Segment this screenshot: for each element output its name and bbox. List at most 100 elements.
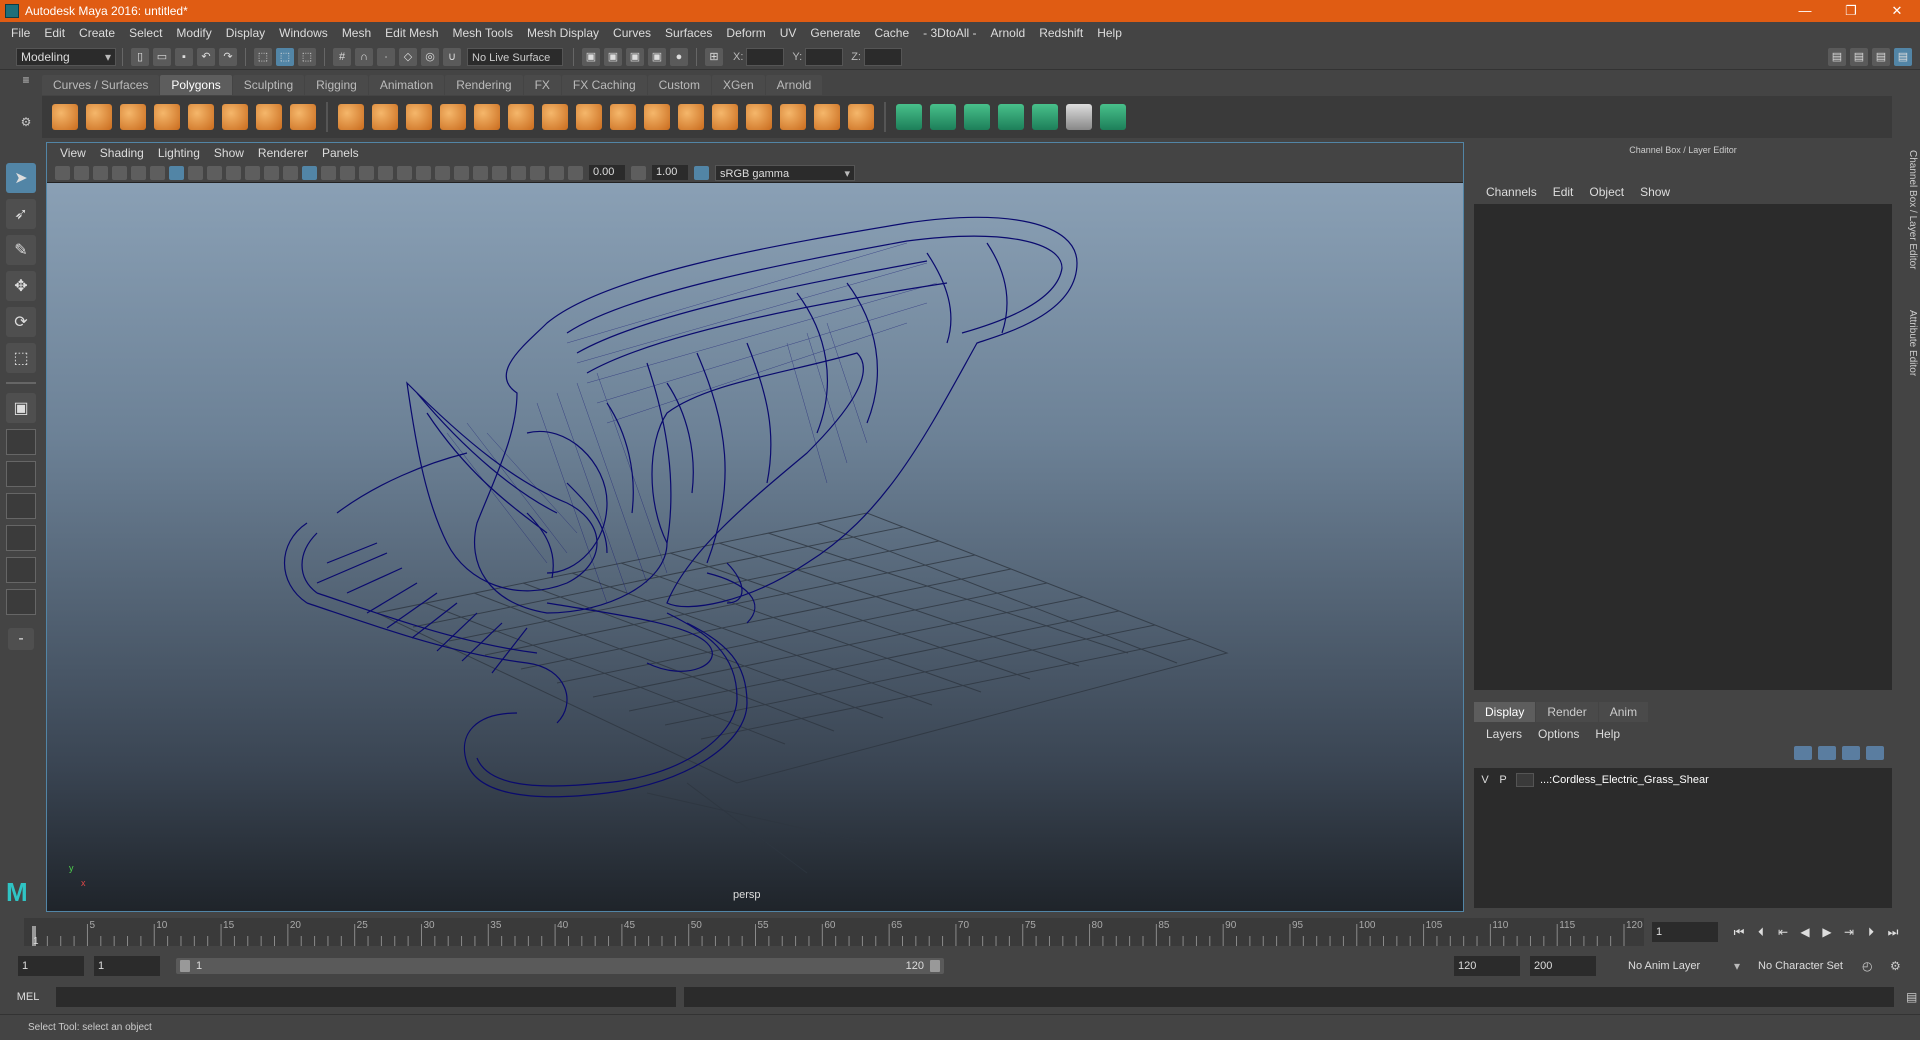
hypershade-layout-icon[interactable] [6, 557, 36, 583]
go-to-start-icon[interactable]: ⏮ [1728, 922, 1750, 942]
auto-key-icon[interactable]: ◴ [1862, 956, 1872, 976]
animation-end-field[interactable]: 200 [1530, 956, 1596, 976]
command-language-label[interactable]: MEL [0, 991, 56, 1003]
menu-modify[interactable]: Modify [169, 22, 218, 44]
menu-file[interactable]: File [4, 22, 37, 44]
le-menu-options[interactable]: Options [1530, 727, 1587, 741]
append-icon[interactable] [678, 104, 704, 130]
go-to-end-icon[interactable]: ⏭ [1882, 922, 1904, 942]
multi-cut-icon[interactable] [576, 104, 602, 130]
z-field[interactable] [863, 47, 902, 66]
cb-menu-edit[interactable]: Edit [1545, 185, 1582, 199]
camera-icon[interactable] [55, 165, 70, 180]
merge-icon[interactable] [780, 104, 806, 130]
shelf-tab-custom[interactable]: Custom [647, 75, 711, 95]
shelf-tab-polygons[interactable]: Polygons [160, 75, 232, 95]
menu-set-dropdown[interactable]: Modeling [16, 47, 116, 66]
shelf-menu-icon[interactable]: ≡ [16, 73, 36, 87]
step-forward-icon[interactable]: ⏵ [1860, 922, 1882, 942]
film-gate-icon[interactable] [188, 165, 203, 180]
shelf-settings-icon[interactable]: ⚙ [16, 115, 36, 129]
image-plane-icon[interactable] [112, 165, 127, 180]
xray-joints-icon[interactable] [530, 165, 545, 180]
animation-start-field[interactable]: 1 [18, 956, 84, 976]
poly-sphere-icon[interactable] [52, 104, 78, 130]
ipr-render-icon[interactable]: ▣ [626, 47, 644, 66]
motion-blur-icon[interactable] [435, 165, 450, 180]
extract-icon[interactable] [406, 104, 432, 130]
vp-menu-renderer[interactable]: Renderer [251, 146, 315, 160]
use-lights-icon[interactable] [378, 165, 393, 180]
poly-torus-icon[interactable] [222, 104, 248, 130]
render-view-icon[interactable]: ▣ [582, 47, 600, 66]
new-empty-layer-icon[interactable] [1842, 746, 1860, 760]
select-object-icon[interactable]: ⬚ [276, 47, 294, 66]
layer-visibility-toggle[interactable]: V [1476, 774, 1494, 786]
vp-menu-lighting[interactable]: Lighting [151, 146, 207, 160]
menu-surfaces[interactable]: Surfaces [658, 22, 719, 44]
paint-select-icon[interactable]: ✎ [6, 235, 36, 265]
collapse-toolbox-icon[interactable]: - [8, 628, 34, 650]
anti-aliasing-icon[interactable] [454, 165, 469, 180]
safe-title-icon[interactable] [283, 165, 298, 180]
time-slider[interactable]: 5 10 15 20 25 30 35 40 45 50 55 60 65 70 75 80 85 90 95 100… [24, 918, 1644, 946]
shelf-tab-xgen[interactable]: XGen [711, 75, 765, 95]
redo-icon[interactable]: ↷ [219, 47, 237, 66]
extrude-icon[interactable] [610, 104, 636, 130]
layer-tab-display[interactable]: Display [1474, 702, 1536, 722]
shelf-tab-animation[interactable]: Animation [368, 75, 445, 95]
menu-curves[interactable]: Curves [606, 22, 658, 44]
graph-layout-icon[interactable] [6, 525, 36, 551]
playback-end-field[interactable]: 120 [1454, 956, 1520, 976]
spherical-map-icon[interactable] [964, 104, 990, 130]
boolean-icon[interactable] [474, 104, 500, 130]
view-transform-dropdown[interactable]: sRGB gamma [715, 164, 855, 182]
menu-display[interactable]: Display [219, 22, 272, 44]
two-pane-layout-icon[interactable] [6, 461, 36, 487]
menu-select[interactable]: Select [122, 22, 169, 44]
new-layer-selected-icon[interactable] [1866, 746, 1884, 760]
select-component-icon[interactable]: ⬚ [298, 47, 316, 66]
wireframe-on-shaded-icon[interactable] [340, 165, 355, 180]
select-hierarchy-icon[interactable]: ⬚ [254, 47, 272, 66]
move-layer-down-icon[interactable] [1818, 746, 1836, 760]
menu-windows[interactable]: Windows [272, 22, 335, 44]
shelf-tab-arnold[interactable]: Arnold [765, 75, 823, 95]
separate-icon[interactable] [372, 104, 398, 130]
undo-icon[interactable]: ↶ [197, 47, 215, 66]
gamma-icon[interactable] [631, 165, 646, 180]
target-weld-icon[interactable] [746, 104, 772, 130]
menu-uv[interactable]: UV [773, 22, 804, 44]
layer-name[interactable]: ...:Cordless_Electric_Grass_Shear [1540, 774, 1709, 786]
shelf-tab-rendering[interactable]: Rendering [445, 75, 523, 95]
le-menu-help[interactable]: Help [1587, 727, 1628, 741]
poly-cylinder-icon[interactable] [120, 104, 146, 130]
bridge-icon[interactable] [542, 104, 568, 130]
poly-pyramid-icon[interactable] [256, 104, 282, 130]
backface-culling-icon[interactable] [549, 165, 564, 180]
menu-mesh[interactable]: Mesh [335, 22, 378, 44]
wireframe-icon[interactable] [302, 165, 317, 180]
vp-menu-shading[interactable]: Shading [93, 146, 151, 160]
scale-tool-icon[interactable]: ⬚ [6, 343, 36, 373]
exposure-field[interactable]: 0.00 [589, 165, 625, 180]
step-forward-key-icon[interactable]: ⇥ [1838, 922, 1860, 942]
shelf-tab-rigging[interactable]: Rigging [305, 75, 368, 95]
gamma-field[interactable]: 1.00 [652, 165, 688, 180]
new-scene-icon[interactable]: ▯ [131, 47, 149, 66]
anim-prefs-icon[interactable]: ⚙ [1890, 956, 1901, 976]
snap-point-icon[interactable]: ∙ [377, 47, 395, 66]
isolate-select-icon[interactable] [492, 165, 507, 180]
cb-menu-channels[interactable]: Channels [1478, 185, 1545, 199]
transform-mode-icon[interactable]: ⊞ [705, 47, 723, 66]
single-pane-layout-icon[interactable]: ▣ [6, 393, 36, 423]
layer-row[interactable]: V P ...:Cordless_Electric_Grass_Shear [1476, 770, 1890, 790]
bevel-icon[interactable] [644, 104, 670, 130]
playback-start-field[interactable]: 1 [94, 956, 160, 976]
hypershade-icon[interactable]: ● [670, 47, 688, 66]
grid-icon[interactable] [169, 165, 184, 180]
vp-menu-show[interactable]: Show [207, 146, 251, 160]
smooth-icon[interactable] [440, 104, 466, 130]
safe-action-icon[interactable] [264, 165, 279, 180]
menu-mesh-display[interactable]: Mesh Display [520, 22, 606, 44]
